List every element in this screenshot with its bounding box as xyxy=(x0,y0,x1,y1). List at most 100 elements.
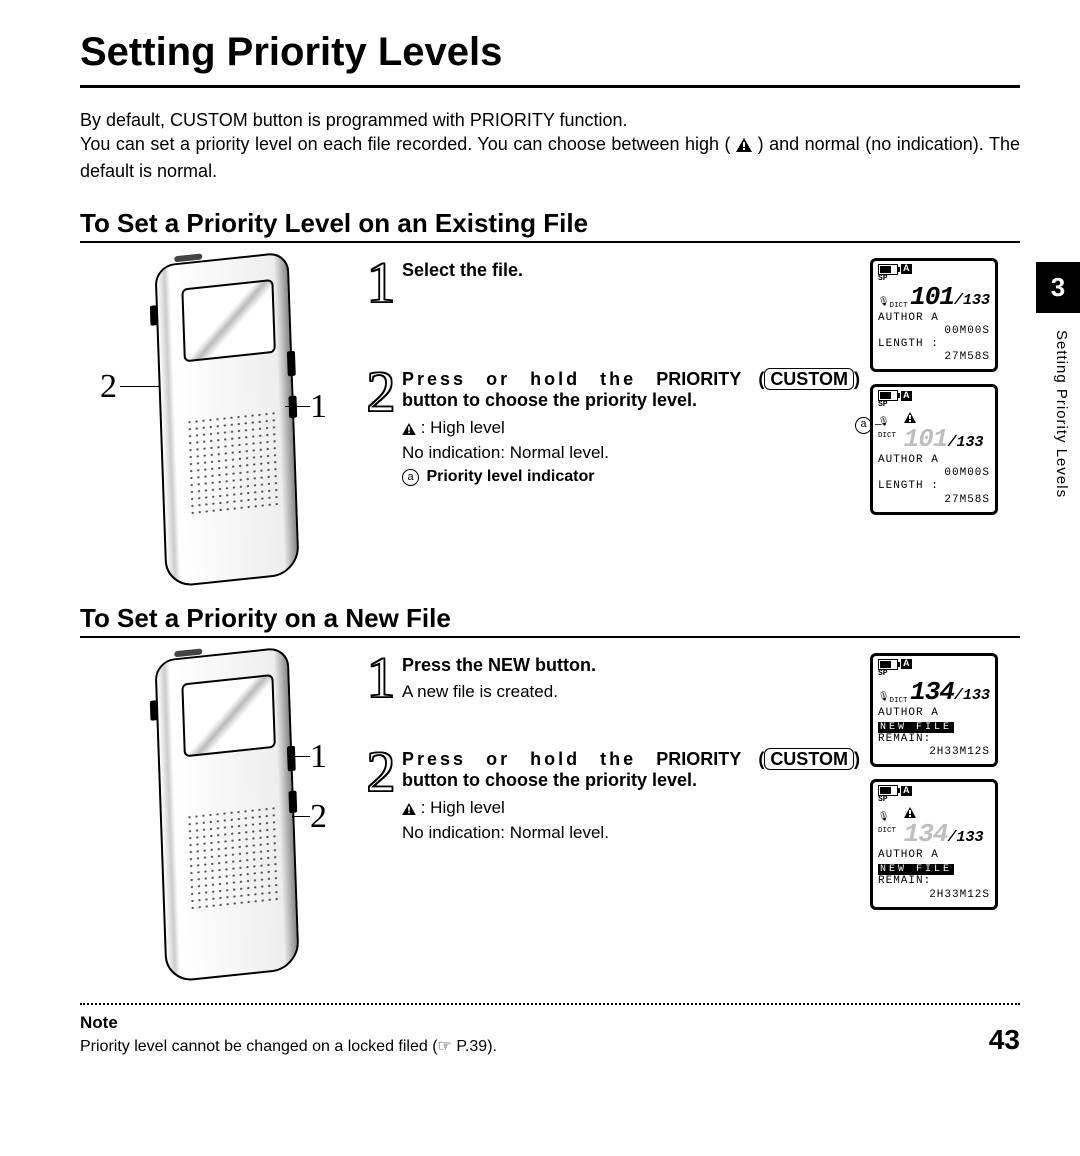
step-b1-text-a: Press the xyxy=(402,655,488,675)
lcd-author: AUTHOR A xyxy=(878,312,990,325)
device-illustration-a: 2 1 xyxy=(80,258,360,578)
lcd-sp: SP xyxy=(878,401,990,410)
intro-line-2a: You can set a priority level on each fil… xyxy=(80,134,736,154)
step-number-2: 2 xyxy=(360,367,402,488)
lcd-column-b: A SP 🎙DICT 134/133 AUTHOR A NEW FILE REM… xyxy=(870,653,1020,973)
lcd-time2: 27M58S xyxy=(878,351,990,364)
detail-normal: No indication: Normal level. xyxy=(402,822,860,845)
lcd-newfile: NEW FILE xyxy=(878,864,954,875)
lcd-total: /133 xyxy=(947,434,983,451)
step-b2: 2 Press or hold the PRIORITY (CUSTOM) bu… xyxy=(360,747,870,845)
step-a2-priority: PRIORITY xyxy=(656,369,741,389)
step-b2-pre: Press or hold the xyxy=(402,749,656,769)
section-a-rule xyxy=(80,241,1020,243)
note-body: Priority level cannot be changed on a lo… xyxy=(80,1036,1020,1056)
step-b2-priority: PRIORITY xyxy=(656,749,741,769)
lcd-file-num: 101 xyxy=(910,282,954,312)
step-number-2: 2 xyxy=(360,747,402,845)
priority-icon xyxy=(904,412,916,423)
lcd-remain: REMAIN: xyxy=(878,733,990,746)
mic-dict-icon: 🎙DICT xyxy=(878,693,907,705)
lcd-length: LENGTH : xyxy=(878,338,990,351)
mode-a-icon: A xyxy=(901,391,912,401)
step-a2-post: button to choose the priority level. xyxy=(402,390,697,410)
title-rule xyxy=(80,85,1020,88)
warning-icon xyxy=(736,134,752,158)
lcd-author: AUTHOR A xyxy=(878,707,990,720)
lcd-total: /133 xyxy=(947,829,983,846)
lcd-time1: 00M00S xyxy=(878,325,990,338)
lcd-newfile: NEW FILE xyxy=(878,722,954,733)
section-a-heading: To Set a Priority Level on an Existing F… xyxy=(80,208,1020,239)
step-number-1: 1 xyxy=(360,653,402,702)
step-b2-post: button to choose the priority level. xyxy=(402,770,697,790)
custom-button-label: CUSTOM xyxy=(764,368,854,390)
note-separator xyxy=(80,1003,1020,1005)
battery-icon xyxy=(878,390,898,401)
annotation-a-icon: a xyxy=(402,469,419,486)
lcd-author: AUTHOR A xyxy=(878,849,990,862)
warning-icon xyxy=(402,419,416,442)
lcd-total: /133 xyxy=(954,292,990,309)
device-illustration-b: 1 2 xyxy=(80,653,360,973)
section-a-body: 2 1 1 Select the file. 2 Press or hold t… xyxy=(80,258,1020,578)
lcd-time1: 00M00S xyxy=(878,467,990,480)
step-a2-close: ) xyxy=(854,369,860,389)
mode-a-icon: A xyxy=(901,264,912,274)
battery-icon xyxy=(878,785,898,796)
step-a1: 1 Select the file. xyxy=(360,258,870,307)
priority-icon xyxy=(904,807,916,818)
step-b1-new: NEW xyxy=(488,655,530,675)
battery-icon xyxy=(878,264,898,275)
lcd-file-num: 134 xyxy=(904,819,948,849)
step-b1-text-c: button. xyxy=(530,655,596,675)
lcd-file-num: 134 xyxy=(910,677,954,707)
chapter-tab: 3 xyxy=(1036,262,1080,313)
lcd-column-a: A SP 🎙DICT 101/133 AUTHOR A 00M00S LENGT… xyxy=(870,258,1020,578)
detail-high: : High level xyxy=(421,418,505,437)
lcd-display-b2: A SP 🎙DICT 134/133 AUTHOR A NEW FILE REM… xyxy=(870,779,998,909)
detail-normal: No indication: Normal level. xyxy=(402,442,860,465)
lcd-remain: REMAIN: xyxy=(878,875,990,888)
section-b-heading: To Set a Priority on a New File xyxy=(80,603,1020,634)
lcd-file-num: 101 xyxy=(904,424,948,454)
detail-indicator: Priority level indicator xyxy=(422,468,595,485)
device-callout-2: 2 xyxy=(310,798,327,836)
lcd-author: AUTHOR A xyxy=(878,454,990,467)
battery-icon xyxy=(878,659,898,670)
step-a1-text: Select the file. xyxy=(402,260,523,280)
step-b1-detail: A new file is created. xyxy=(402,682,558,701)
step-b2-close: ) xyxy=(854,749,860,769)
custom-button-label: CUSTOM xyxy=(764,748,854,770)
step-number-1: 1 xyxy=(360,258,402,307)
detail-high: : High level xyxy=(421,798,505,817)
mic-dict-icon: 🎙DICT xyxy=(878,298,907,310)
note-heading: Note xyxy=(80,1013,1020,1033)
chapter-vertical-label: Setting Priority Levels xyxy=(1050,330,1070,498)
intro-paragraph: By default, CUSTOM button is programmed … xyxy=(80,108,1020,183)
section-b-rule xyxy=(80,636,1020,638)
lcd-length: LENGTH : xyxy=(878,480,990,493)
warning-icon xyxy=(402,799,416,822)
section-b-body: 1 2 1 Press the NEW button. A new file i… xyxy=(80,653,1020,973)
device-callout-1: 1 xyxy=(310,388,327,426)
lcd-display-b1: A SP 🎙DICT 134/133 AUTHOR A NEW FILE REM… xyxy=(870,653,998,768)
lcd-total: /133 xyxy=(954,687,990,704)
lcd-display-a1: A SP 🎙DICT 101/133 AUTHOR A 00M00S LENGT… xyxy=(870,258,998,373)
mode-a-icon: A xyxy=(901,659,912,669)
step-b1: 1 Press the NEW button. A new file is cr… xyxy=(360,653,870,702)
mic-dict-icon: 🎙DICT xyxy=(878,813,904,835)
lcd-time: 2H33M12S xyxy=(878,746,990,759)
step-a2: 2 Press or hold the PRIORITY (CUSTOM) bu… xyxy=(360,367,870,488)
step-a2-pre: Press or hold the xyxy=(402,369,656,389)
device-callout-2: 2 xyxy=(100,368,117,406)
lcd-time2: 27M58S xyxy=(878,494,990,507)
device-callout-1: 1 xyxy=(310,738,327,776)
intro-line-1: By default, CUSTOM button is programmed … xyxy=(80,110,628,130)
mode-a-icon: A xyxy=(901,786,912,796)
page-title: Setting Priority Levels xyxy=(80,30,1020,75)
lcd-sp: SP xyxy=(878,796,990,805)
annotation-a-icon: a xyxy=(855,417,872,434)
lcd-time: 2H33M12S xyxy=(878,889,990,902)
page-number: 43 xyxy=(989,1024,1020,1056)
